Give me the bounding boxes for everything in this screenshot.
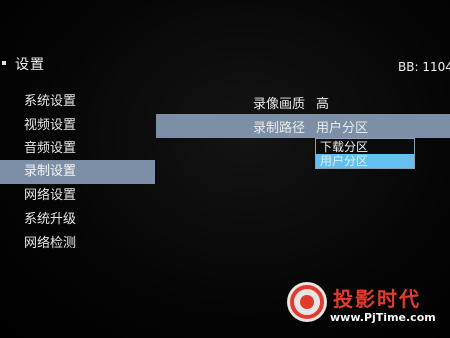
dropdown-option-download[interactable]: 下载分区 (316, 140, 414, 154)
watermark-name: 投影时代 (333, 287, 421, 311)
watermark-logo (287, 282, 327, 322)
watermark-url: www.PjTime.com (330, 311, 436, 324)
menu-item-video[interactable]: 视频设置 (0, 114, 155, 138)
menu-item-recording[interactable]: 录制设置 (0, 160, 155, 184)
menu-item-upgrade[interactable]: 系统升级 (0, 208, 155, 232)
menu-item-network-test[interactable]: 网络检测 (0, 232, 155, 256)
menu-item-audio[interactable]: 音频设置 (0, 137, 155, 161)
dropdown-option-user[interactable]: 用户分区 (316, 154, 414, 168)
path-value[interactable]: 用户分区 (316, 117, 368, 136)
page-title: 设置 (15, 57, 45, 73)
tv-screen: 设置 BB: 11049 系统设置 视频设置 音频设置 录制设置 网络设置 系统… (0, 0, 450, 338)
quality-value[interactable]: 高 (316, 93, 329, 112)
header-bullet (2, 61, 6, 65)
menu-item-system[interactable]: 系统设置 (0, 90, 155, 114)
device-id-label: BB: 11049 (398, 60, 450, 74)
quality-label: 录像画质 (253, 97, 306, 112)
path-dropdown[interactable]: 下载分区 用户分区 (315, 138, 415, 169)
menu-item-network[interactable]: 网络设置 (0, 184, 155, 208)
path-label: 录制路径 (253, 121, 306, 136)
